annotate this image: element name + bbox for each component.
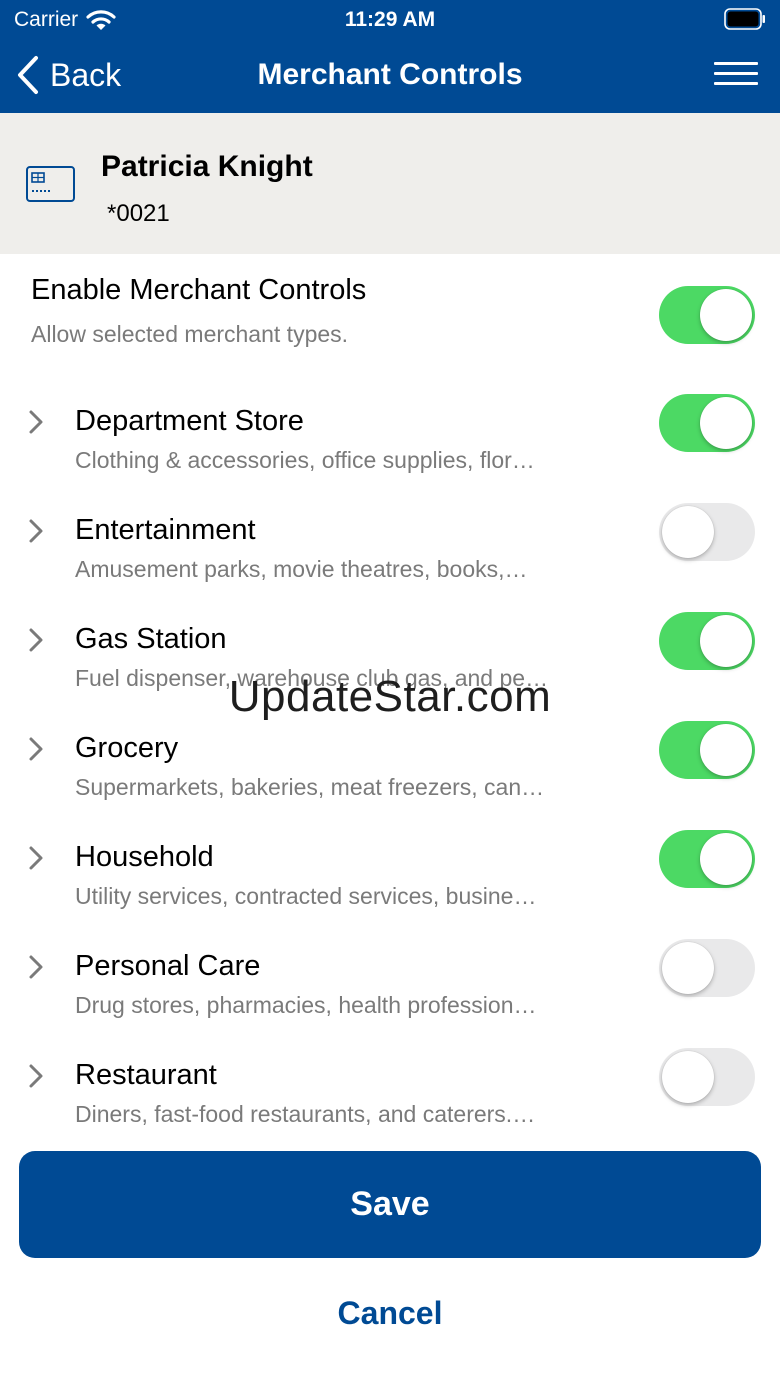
category-subtitle: Diners, fast-food restaurants, and cater… <box>75 1101 536 1127</box>
category-row-household[interactable]: Household Utility services, contracted s… <box>0 829 780 938</box>
category-row-personal-care[interactable]: Personal Care Drug stores, pharmacies, h… <box>0 938 780 1047</box>
category-toggle-department-store[interactable] <box>659 394 755 452</box>
category-toggle-gas-station[interactable] <box>659 612 755 670</box>
category-subtitle: Drug stores, pharmacies, health professi… <box>75 992 537 1018</box>
enable-controls-subtitle: Allow selected merchant types. <box>31 321 349 347</box>
category-title: Grocery <box>75 732 179 764</box>
category-row-restaurant[interactable]: Restaurant Diners, fast-food restaurants… <box>0 1047 780 1156</box>
category-title: Household <box>75 841 214 873</box>
chevron-right-icon <box>29 519 43 543</box>
category-title: Personal Care <box>75 950 261 982</box>
category-title: Department Store <box>75 405 304 437</box>
category-row-department-store[interactable]: Department Store Clothing & accessories,… <box>0 393 780 502</box>
enable-controls-title: Enable Merchant Controls <box>31 274 367 306</box>
enable-controls-toggle[interactable] <box>659 286 755 344</box>
chevron-right-icon <box>29 628 43 652</box>
account-number: *0021 <box>107 200 170 227</box>
chevron-right-icon <box>29 410 43 434</box>
battery-icon <box>724 8 765 30</box>
category-toggle-grocery[interactable] <box>659 721 755 779</box>
category-title: Entertainment <box>75 514 256 546</box>
category-row-entertainment[interactable]: Entertainment Amusement parks, movie the… <box>0 502 780 611</box>
chevron-right-icon <box>29 737 43 761</box>
nav-bar: Back Merchant Controls <box>0 40 780 113</box>
top-bar: Carrier 11:29 AM Back Merchant Controls <box>0 0 780 113</box>
category-subtitle: Supermarkets, bakeries, meat freezers, c… <box>75 774 545 800</box>
save-button[interactable]: Save <box>19 1151 761 1258</box>
chevron-right-icon <box>29 955 43 979</box>
category-toggle-household[interactable] <box>659 830 755 888</box>
category-toggle-entertainment[interactable] <box>659 503 755 561</box>
hamburger-menu-icon[interactable] <box>714 62 760 94</box>
status-time: 11:29 AM <box>344 8 436 31</box>
category-subtitle: Fuel dispenser, warehouse club gas, and … <box>75 665 549 691</box>
category-subtitle: Clothing & accessories, office supplies,… <box>75 447 535 473</box>
category-subtitle: Amusement parks, movie theatres, books,… <box>75 556 528 582</box>
enable-merchant-controls: Enable Merchant Controls Allow selected … <box>0 254 780 364</box>
category-title: Gas Station <box>75 623 227 655</box>
chevron-right-icon <box>29 1064 43 1088</box>
status-bar: Carrier 11:29 AM <box>0 0 780 40</box>
category-row-grocery[interactable]: Grocery Supermarkets, bakeries, meat fre… <box>0 720 780 829</box>
category-subtitle: Utility services, contracted services, b… <box>75 883 537 909</box>
chevron-right-icon <box>29 846 43 870</box>
category-toggle-restaurant[interactable] <box>659 1048 755 1106</box>
category-toggle-personal-care[interactable] <box>659 939 755 997</box>
back-button[interactable]: Back <box>16 52 121 98</box>
account-header: Patricia Knight *0021 <box>0 113 780 254</box>
cancel-button[interactable]: Cancel <box>0 1290 780 1336</box>
card-icon <box>26 166 75 202</box>
chevron-left-icon <box>18 56 38 94</box>
category-title: Restaurant <box>75 1059 217 1091</box>
category-row-gas-station[interactable]: Gas Station Fuel dispenser, warehouse cl… <box>0 611 780 720</box>
account-name: Patricia Knight <box>101 150 313 183</box>
back-label: Back <box>50 56 122 93</box>
